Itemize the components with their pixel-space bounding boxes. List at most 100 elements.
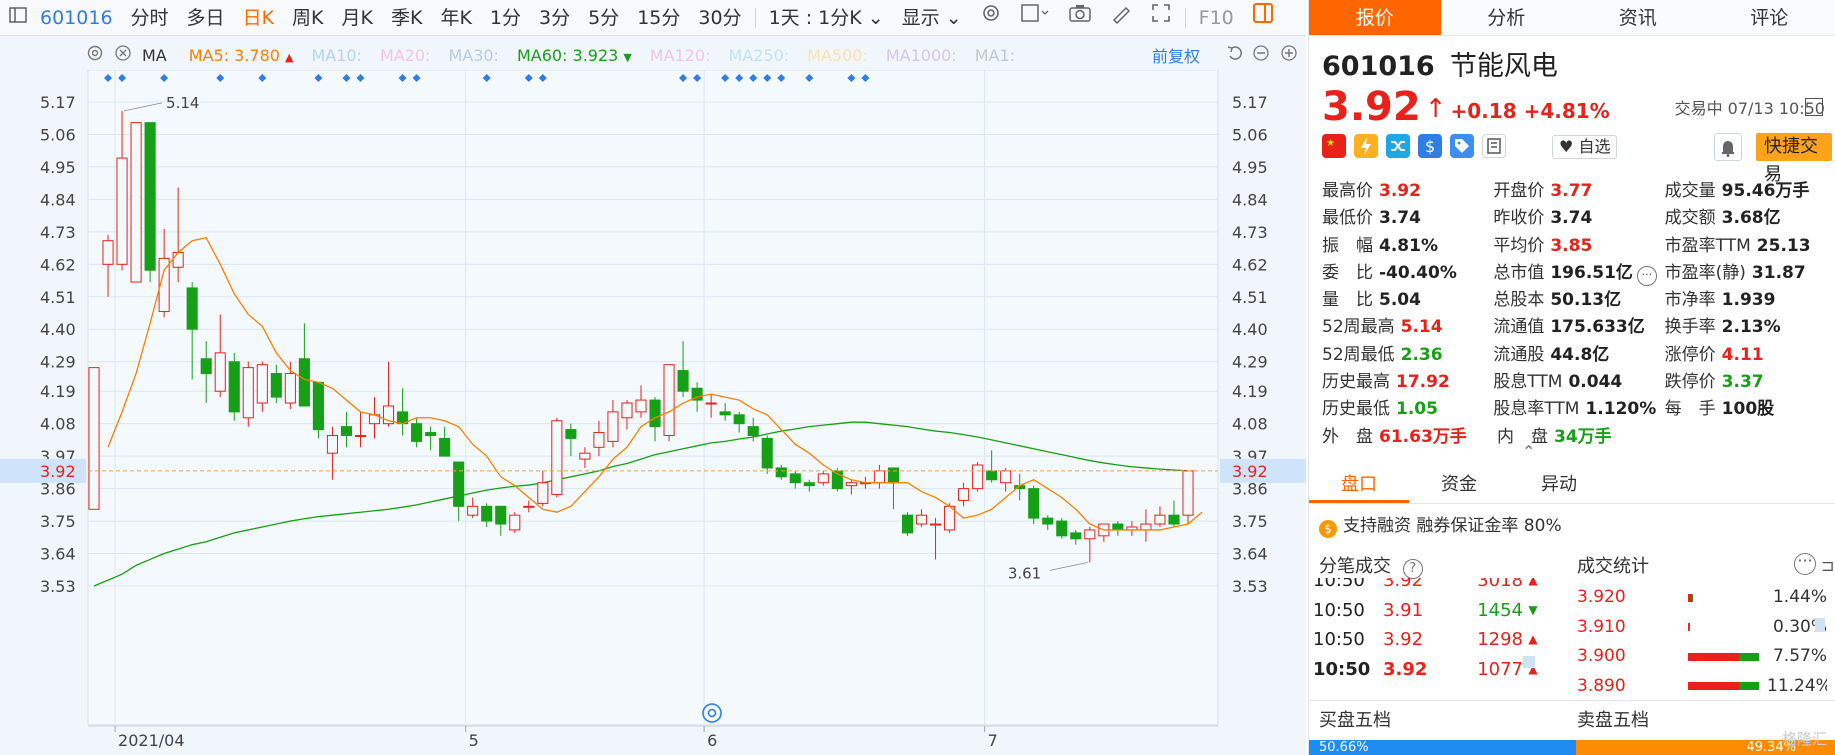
range-select[interactable]: 1天 : 1分K ⌄ xyxy=(760,0,893,36)
candle-body[interactable] xyxy=(1154,514,1166,525)
undo-icon[interactable] xyxy=(1226,44,1244,66)
kline-svg[interactable]: 5.17 5.17 5.06 5.06 4.95 4.95 4.84 4.84 4.73 4.73… xyxy=(0,70,1306,755)
period-1[interactable]: 多日 xyxy=(178,0,234,36)
quote-tab-1[interactable]: 分析 xyxy=(1441,0,1573,35)
scroll-thumb[interactable] xyxy=(1523,656,1535,668)
candle-body[interactable] xyxy=(1042,517,1054,525)
period-8[interactable]: 3分 xyxy=(530,0,579,36)
more-icon[interactable]: ··· xyxy=(1794,553,1816,575)
candle-body[interactable] xyxy=(986,470,998,481)
candle-body[interactable] xyxy=(747,426,759,436)
candle-body[interactable] xyxy=(873,470,885,484)
draw-icon[interactable] xyxy=(1101,0,1141,36)
candle-body[interactable] xyxy=(214,352,226,392)
candle-body[interactable] xyxy=(1028,488,1040,519)
candle-body[interactable] xyxy=(705,402,717,405)
sub-tab-0[interactable]: 盘口 xyxy=(1309,466,1409,503)
candle-body[interactable] xyxy=(972,464,984,490)
period-9[interactable]: 5分 xyxy=(579,0,628,36)
shuffle-icon[interactable] xyxy=(1386,134,1410,158)
period-10[interactable]: 15分 xyxy=(628,0,689,36)
toolbar-code[interactable]: 601016 xyxy=(36,0,122,36)
candle-body[interactable] xyxy=(88,367,100,510)
candle-body[interactable] xyxy=(116,157,128,265)
candle-body[interactable] xyxy=(1000,470,1012,484)
candle-body[interactable] xyxy=(789,473,801,484)
candle-body[interactable] xyxy=(845,482,857,487)
note-icon[interactable] xyxy=(1482,134,1506,158)
candle-body[interactable] xyxy=(523,505,535,508)
period-7[interactable]: 1分 xyxy=(481,0,530,36)
candle-body[interactable] xyxy=(719,411,731,416)
candle-body[interactable] xyxy=(803,482,815,487)
period-5[interactable]: 季K xyxy=(382,0,431,36)
quote-tab-3[interactable]: 评论 xyxy=(1704,0,1835,35)
dollar-icon[interactable]: $ xyxy=(1418,134,1442,158)
zoom-out-icon[interactable] xyxy=(1252,44,1270,66)
candle-body[interactable] xyxy=(439,437,451,457)
candle-body[interactable] xyxy=(775,467,787,478)
candle-body[interactable] xyxy=(901,514,914,534)
candle-body[interactable] xyxy=(144,122,156,271)
period-2[interactable]: 日K xyxy=(234,0,283,36)
candle-body[interactable] xyxy=(887,467,900,484)
candle-body[interactable] xyxy=(593,432,605,448)
period-3[interactable]: 周K xyxy=(283,0,332,36)
collapse-caret-icon[interactable]: ⌃ xyxy=(1522,442,1535,461)
candle-body[interactable] xyxy=(1070,532,1082,540)
candle-body[interactable] xyxy=(635,399,647,413)
candle-body[interactable] xyxy=(551,420,563,496)
scroll-thumb[interactable] xyxy=(1815,618,1825,632)
quick-trade-button[interactable]: 快捷交易 xyxy=(1756,133,1832,185)
candle-body[interactable] xyxy=(929,523,942,526)
help-icon[interactable]: ? xyxy=(1402,559,1423,579)
period-4[interactable]: 月K xyxy=(333,0,382,36)
candle-body[interactable] xyxy=(649,399,661,428)
candle-body[interactable] xyxy=(256,364,268,404)
candle-body[interactable] xyxy=(958,488,970,501)
display-select[interactable]: 显示 ⌄ xyxy=(893,0,971,36)
sidebar-toggle-icon[interactable] xyxy=(0,0,36,36)
period-11[interactable]: 30分 xyxy=(689,0,750,36)
candle-body[interactable] xyxy=(495,505,507,525)
candle-body[interactable] xyxy=(607,411,619,442)
candle-body[interactable] xyxy=(326,434,338,454)
candle-body[interactable] xyxy=(733,414,745,425)
fullscreen-icon[interactable] xyxy=(1141,0,1181,36)
candle-body[interactable] xyxy=(102,240,114,265)
candle-body[interactable] xyxy=(284,373,296,404)
candle-body[interactable] xyxy=(509,514,521,531)
settings-icon[interactable] xyxy=(971,0,1011,36)
sub-tab-2[interactable]: 异动 xyxy=(1509,466,1609,503)
china-flag-icon[interactable]: ★ xyxy=(1322,134,1346,158)
candle-body[interactable] xyxy=(340,426,353,436)
candle-body[interactable] xyxy=(186,287,198,330)
candle-body[interactable] xyxy=(1112,523,1124,531)
candle-body[interactable] xyxy=(579,452,591,460)
candle-body[interactable] xyxy=(270,373,282,398)
candle-body[interactable] xyxy=(200,358,212,375)
f10-button[interactable]: F10 xyxy=(1190,0,1243,36)
candle-body[interactable] xyxy=(354,434,367,437)
candle-body[interactable] xyxy=(1182,470,1194,516)
candle-body[interactable] xyxy=(537,482,549,504)
period-6[interactable]: 年K xyxy=(431,0,480,36)
candle-body[interactable] xyxy=(467,505,479,516)
candle-body[interactable] xyxy=(411,423,423,442)
ma-settings-icon[interactable] xyxy=(86,44,104,66)
candle-body[interactable] xyxy=(312,381,324,431)
bell-icon[interactable] xyxy=(1714,133,1742,161)
candle-body[interactable] xyxy=(915,514,928,525)
candle-body[interactable] xyxy=(425,432,437,436)
candle-body[interactable] xyxy=(242,367,254,419)
lightning-icon[interactable] xyxy=(1354,134,1378,158)
zoom-in-icon[interactable] xyxy=(1280,44,1298,66)
candle-body[interactable] xyxy=(1084,529,1096,540)
period-0[interactable]: 分时 xyxy=(122,0,178,36)
candle-body[interactable] xyxy=(761,437,773,469)
candle-body[interactable] xyxy=(228,361,240,413)
kline-chart[interactable]: 5.17 5.17 5.06 5.06 4.95 4.95 4.84 4.84 4.73 4.73… xyxy=(0,70,1306,750)
candle-body[interactable] xyxy=(621,402,633,419)
candle-body[interactable] xyxy=(172,252,184,268)
candle-body[interactable] xyxy=(1168,514,1180,525)
